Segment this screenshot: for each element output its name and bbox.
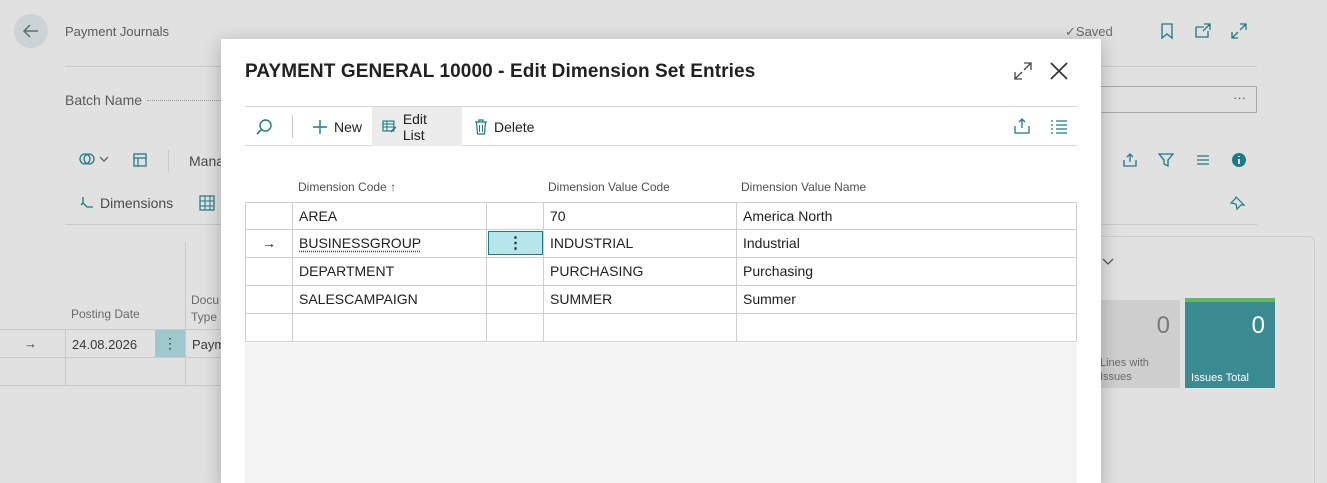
dimension-code-cell[interactable]: BUSINESSGROUP: [292, 230, 486, 257]
edit-list-button[interactable]: Edit List: [372, 107, 462, 146]
delete-button[interactable]: Delete: [464, 107, 544, 146]
dialog-toolbar: New Edit List Delete: [245, 106, 1077, 146]
column-divider: [185, 242, 186, 387]
row-indicator: [246, 286, 292, 313]
edit-list-icon: [382, 120, 397, 133]
row-indicator: [246, 203, 292, 230]
row-actions-cell[interactable]: [486, 286, 543, 313]
dimension-value-name-cell: Summer: [736, 286, 1076, 313]
batch-name-label: Batch Name: [65, 92, 143, 108]
issues-total-tile[interactable]: 0 Issues Total: [1185, 298, 1275, 388]
row-actions-cell[interactable]: [486, 203, 543, 230]
view-toggle-icon[interactable]: [78, 152, 112, 169]
plus-icon: [313, 119, 327, 134]
grid-action-icon[interactable]: [199, 195, 215, 211]
dimension-value-code-header[interactable]: Dimension Value Code: [548, 180, 670, 194]
row-divider: [0, 385, 221, 386]
posting-date-header[interactable]: Posting Date: [71, 307, 140, 321]
back-button[interactable]: [14, 14, 48, 48]
row-arrow: →: [262, 235, 276, 251]
dimension-value-name-cell: [736, 314, 1076, 341]
dimension-value-code-cell[interactable]: [543, 314, 736, 341]
search-icon: [256, 118, 272, 135]
dimension-code-cell[interactable]: SALESCAMPAIGN: [292, 286, 486, 313]
column-divider: [65, 330, 66, 386]
row-actions-cell[interactable]: ⋮: [486, 230, 543, 257]
row-actions-button[interactable]: ⋮: [488, 231, 543, 255]
dimensions-action[interactable]: Dimensions: [80, 195, 173, 211]
batch-name-field[interactable]: ···: [1100, 86, 1257, 113]
bookmark-icon[interactable]: [1158, 22, 1176, 40]
manage-menu[interactable]: Mana: [189, 153, 224, 169]
document-type-header[interactable]: Docu: [191, 293, 219, 307]
edit-dimension-set-entries-dialog: PAYMENT GENERAL 10000 - Edit Dimension S…: [221, 39, 1101, 483]
posting-date-cell[interactable]: 24.08.2026: [72, 337, 137, 352]
close-icon[interactable]: [1047, 59, 1071, 83]
row-actions-cell[interactable]: [486, 258, 543, 285]
dimension-value-code-cell[interactable]: SUMMER: [543, 286, 736, 313]
share-icon[interactable]: [1013, 117, 1031, 135]
dimension-code-cell[interactable]: DEPARTMENT: [292, 258, 486, 285]
dimension-value-code-cell[interactable]: PURCHASING: [543, 258, 736, 285]
dimension-code-link[interactable]: BUSINESSGROUP: [299, 235, 421, 251]
info-icon[interactable]: [1231, 152, 1247, 168]
batch-name-leader: [147, 100, 221, 101]
dimension-value-name-cell: Industrial: [736, 230, 1076, 257]
row-divider: [0, 329, 221, 330]
dimension-code-cell[interactable]: [292, 314, 486, 341]
lines-with-issues-tile[interactable]: 0 Lines with Issues: [1100, 300, 1180, 388]
document-type-header-2: Type: [191, 310, 218, 324]
page-title: Payment Journals: [65, 24, 170, 39]
row-divider: [0, 357, 221, 358]
share-icon[interactable]: [1122, 152, 1138, 168]
checkmark-icon: ✓: [1065, 24, 1076, 39]
pin-icon[interactable]: [1230, 195, 1246, 211]
chevron-down-icon[interactable]: [1101, 256, 1115, 268]
toolbar-separator: [168, 150, 169, 172]
row-indicator: [246, 258, 292, 285]
new-button[interactable]: New: [302, 107, 372, 146]
saved-status: ✓Saved: [1065, 24, 1113, 39]
row-indicator: [246, 314, 292, 341]
row-arrow: →: [24, 336, 37, 351]
filter-icon[interactable]: [1158, 152, 1174, 168]
table-row[interactable]: AREA 70 America North: [245, 202, 1077, 230]
table-row[interactable]: DEPARTMENT PURCHASING Purchasing: [245, 258, 1077, 286]
dimension-value-code-cell[interactable]: INDUSTRIAL: [543, 230, 736, 257]
list-icon[interactable]: [1195, 152, 1211, 168]
trash-icon: [475, 118, 487, 135]
row-actions-cell[interactable]: [486, 314, 543, 341]
dimension-value-name-cell: America North: [736, 203, 1076, 230]
dimension-code-header[interactable]: Dimension Code ↑: [298, 180, 396, 194]
search-button[interactable]: [245, 107, 283, 146]
expand-icon[interactable]: [1013, 61, 1033, 81]
dimensions-icon: [80, 197, 93, 208]
dimension-value-name-cell: Purchasing: [736, 258, 1076, 285]
dimension-value-name-header[interactable]: Dimension Value Name: [741, 180, 866, 194]
dimension-code-cell[interactable]: AREA: [292, 203, 486, 230]
dialog-title: PAYMENT GENERAL 10000 - Edit Dimension S…: [245, 61, 756, 82]
table-row-empty[interactable]: [245, 314, 1077, 342]
sort-ascending-icon: ↑: [390, 180, 397, 194]
table-row[interactable]: SALESCAMPAIGN SUMMER Summer: [245, 286, 1077, 314]
row-actions-button[interactable]: ⋮: [155, 330, 185, 357]
list-view-icon[interactable]: [1050, 117, 1068, 135]
toolbar-separator: [292, 115, 293, 138]
expand-icon[interactable]: [1230, 22, 1248, 40]
page-icon[interactable]: [132, 152, 148, 168]
table-row-selected[interactable]: → BUSINESSGROUP ⋮ INDUSTRIAL Industrial: [245, 230, 1077, 258]
open-new-window-icon[interactable]: [1194, 22, 1212, 40]
dimension-value-code-cell[interactable]: 70: [543, 203, 736, 230]
back-arrow-icon: [22, 24, 38, 38]
grid-empty-area: [245, 343, 1077, 483]
